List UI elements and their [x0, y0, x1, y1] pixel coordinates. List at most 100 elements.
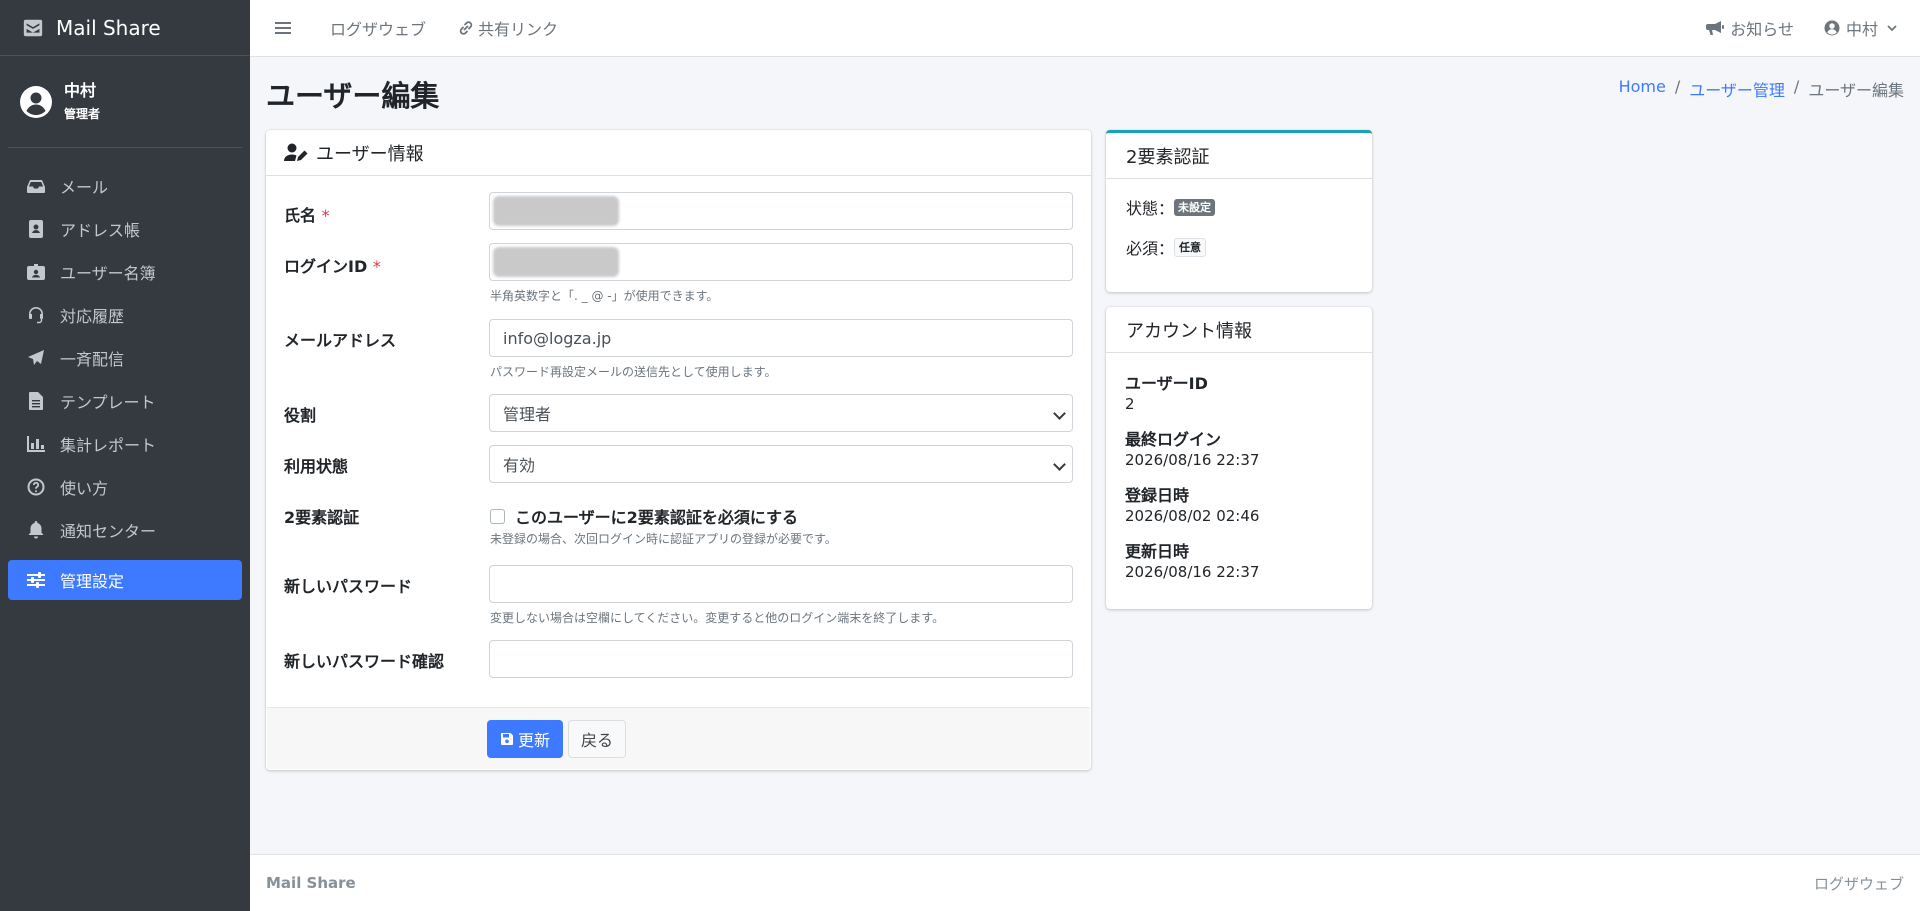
status-select[interactable]: 有効 [489, 445, 1073, 483]
sidebar-item-mail[interactable]: メール [8, 166, 242, 206]
hamburger-menu-icon[interactable] [274, 19, 292, 37]
new-password-label: 新しいパスワード [284, 577, 413, 596]
file-icon [26, 391, 46, 411]
login-id-input[interactable] [489, 243, 1073, 281]
bell-icon [26, 520, 46, 540]
update-button[interactable]: 更新 [487, 720, 563, 758]
created-value: 2026/08/02 02:46 [1125, 507, 1260, 525]
tfa-required-checkbox[interactable] [490, 508, 505, 524]
shared-link[interactable]: 共有リンク [458, 16, 558, 40]
sidebar-item-user-directory[interactable]: ユーザー名簿 [8, 252, 242, 292]
sidebar-item-label: アドレス帳 [60, 221, 141, 240]
role-select[interactable]: 管理者 [489, 394, 1073, 432]
main-footer: Mail Share ログザウェブ [250, 854, 1920, 911]
brand-link[interactable]: Mail Share [0, 0, 250, 56]
shared-link-label: 共有リンク [478, 20, 559, 39]
user-menu-name: 中村 [1845, 20, 1878, 39]
confirm-password-label: 新しいパスワード確認 [284, 652, 445, 671]
sidebar-item-report[interactable]: 集計レポート [8, 424, 242, 464]
notice-label: お知らせ [1730, 20, 1794, 39]
sidebar-item-notification-center[interactable]: 通知センター [8, 510, 242, 550]
footer-brand: Mail Share [266, 874, 356, 892]
question-circle-icon [26, 477, 46, 497]
bar-chart-icon [26, 434, 46, 454]
breadcrumb-separator: / [1793, 77, 1800, 96]
notice-link[interactable]: お知らせ [1706, 16, 1794, 40]
headset-icon [26, 305, 46, 325]
email-input[interactable]: info@logza.jp [489, 319, 1073, 357]
user-edit-icon [284, 143, 308, 161]
sidebar-item-history[interactable]: 対応履歴 [8, 295, 242, 335]
sidebar-item-label: 管理設定 [60, 572, 125, 591]
back-button[interactable]: 戻る [568, 720, 626, 758]
tfa-required-checkbox-group[interactable]: このユーザーに2要素認証を必須にする [490, 504, 798, 528]
name-input[interactable] [489, 192, 1073, 230]
breadcrumb: Home / ユーザー管理 / ユーザー編集 [1619, 77, 1904, 101]
sidebar-item-template[interactable]: テンプレート [8, 381, 242, 421]
user-id-label: ユーザーID [1125, 374, 1208, 393]
user-avatar-icon [20, 85, 52, 118]
created-label: 登録日時 [1125, 486, 1190, 505]
user-info-card: ユーザー情報 氏名 * ログインID * 半角英数字と「. _ @ -」が使用で… [266, 130, 1091, 770]
sidebar-item-label: テンプレート [60, 393, 156, 412]
login-id-label: ログインID * [284, 253, 381, 277]
sidebar: Mail Share 中村 管理者 メール アドレス帳 ユーザー名簿 対応履歴 … [0, 0, 250, 911]
redacted-value [493, 196, 619, 226]
save-icon [500, 733, 513, 745]
footer-link[interactable]: ログザウェブ [1814, 873, 1904, 894]
new-password-input[interactable] [489, 565, 1073, 603]
user-id-value: 2 [1125, 395, 1135, 413]
sidebar-nav: メール アドレス帳 ユーザー名簿 対応履歴 一斉配信 テンプレート 集計レポート [0, 166, 250, 600]
link-icon [459, 21, 473, 35]
user-circle-icon [1824, 20, 1840, 36]
top-navbar: ログザウェブ 共有リンク お知らせ 中村 [250, 0, 1920, 57]
user-menu-toggle[interactable]: 中村 [1824, 16, 1898, 40]
new-password-help: 変更しない場合は空欄にしてください。変更すると他のログイン端末を終了します。 [490, 611, 945, 625]
tfa-required-checkbox-label[interactable]: このユーザーに2要素認証を必須にする [515, 504, 798, 528]
breadcrumb-user-management[interactable]: ユーザー管理 [1689, 77, 1785, 101]
logzaweb-link[interactable]: ログザウェブ [330, 16, 426, 40]
page-title: ユーザー編集 [266, 79, 440, 113]
tfa-required-label: 必須： [1126, 239, 1175, 258]
breadcrumb-current: ユーザー編集 [1808, 81, 1904, 100]
sidebar-item-label: メール [60, 178, 109, 197]
sidebar-item-label: 集計レポート [60, 436, 157, 455]
last-login-label: 最終ログイン [1125, 430, 1222, 449]
user-role: 管理者 [64, 107, 101, 121]
updated-value: 2026/08/16 22:37 [1125, 563, 1260, 581]
sidebar-item-help[interactable]: 使い方 [8, 467, 242, 507]
redacted-value [493, 247, 619, 277]
name-label: 氏名 * [284, 202, 330, 226]
tfa-card-header: 2要素認証 [1106, 133, 1372, 179]
breadcrumb-separator: / [1674, 77, 1681, 96]
user-info-card-title: ユーザー情報 [316, 143, 424, 165]
breadcrumb-home[interactable]: Home [1619, 77, 1666, 101]
required-mark: * [372, 257, 381, 276]
tfa-help: 未登録の場合、次回ログイン時に認証アプリの登録が必要です。 [490, 532, 837, 546]
account-info-card: アカウント情報 ユーザーID 2 最終ログイン 2026/08/16 22:37… [1106, 307, 1372, 609]
sidebar-item-address-book[interactable]: アドレス帳 [8, 209, 242, 249]
status-label: 利用状態 [284, 457, 349, 476]
required-mark: * [321, 206, 330, 225]
tfa-status-badge: 未設定 [1174, 198, 1216, 216]
paper-plane-icon [26, 348, 46, 368]
confirm-password-input[interactable] [489, 640, 1073, 678]
role-label: 役割 [284, 406, 317, 425]
sidebar-item-admin-settings[interactable]: 管理設定 [8, 560, 242, 600]
email-help: パスワード再設定メールの送信先として使用します。 [490, 365, 777, 379]
sidebar-item-broadcast[interactable]: 一斉配信 [8, 338, 242, 378]
sidebar-item-label: 一斉配信 [60, 350, 125, 369]
user-info-card-footer: 更新 戻る [267, 707, 1090, 769]
sliders-icon [26, 570, 46, 590]
last-login-value: 2026/08/16 22:37 [1125, 451, 1260, 469]
mailbox-logo-icon [23, 19, 43, 36]
user-panel[interactable]: 中村 管理者 [8, 56, 242, 148]
tfa-status-label: 状態： [1126, 199, 1175, 218]
sidebar-item-label: 対応履歴 [60, 307, 125, 326]
brand-name: Mail Share [56, 15, 161, 40]
login-id-help: 半角英数字と「. _ @ -」が使用できます。 [490, 289, 719, 303]
tfa-required-badge: 任意 [1174, 237, 1207, 257]
account-info-card-header: アカウント情報 [1106, 307, 1372, 353]
sidebar-item-label: ユーザー名簿 [60, 264, 156, 283]
sidebar-item-label: 使い方 [60, 479, 109, 498]
